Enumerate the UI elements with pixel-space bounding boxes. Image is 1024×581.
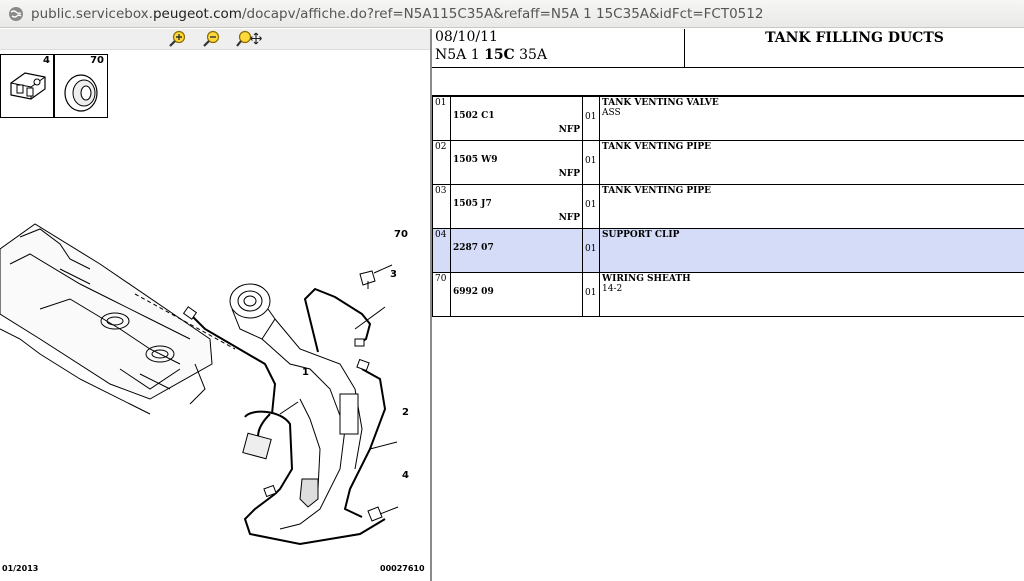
part-description: SUPPORT CLIP: [599, 228, 1024, 273]
table-row[interactable]: 04 2287 07 01 SUPPORT CLIP: [432, 228, 1024, 273]
part-reference[interactable]: 1505 W9: [453, 155, 498, 165]
callout-70: 70: [394, 229, 408, 240]
part-index: 02: [432, 140, 451, 185]
table-row[interactable]: 02 1505 W9 NFP 01 TANK VENTING PIPE: [432, 140, 1024, 185]
part-reference[interactable]: 1502 C1: [453, 111, 495, 121]
nfp-flag: NFP: [558, 125, 580, 135]
callout-4: 4: [402, 470, 409, 481]
part-reference-cell: 6992 09: [450, 272, 583, 317]
header-date: 08/10/11: [435, 29, 498, 45]
thumbnail-part-70[interactable]: 70: [54, 54, 108, 118]
part-reference[interactable]: 2287 07: [453, 243, 494, 253]
callout-2: 2: [402, 407, 409, 418]
exploded-diagram: [0, 223, 399, 546]
footer-doc-number: 00027610: [380, 564, 425, 573]
zoom-toolbar: [0, 29, 430, 50]
part-description: WIRING SHEATH 14-2: [599, 272, 1024, 317]
footer-date: 01/2013: [2, 564, 39, 573]
callout-3: 3: [390, 269, 397, 280]
part-description: TANK VENTING PIPE: [599, 184, 1024, 229]
part-reference-cell: 1502 C1 NFP: [450, 96, 583, 141]
part-quantity: 01: [582, 96, 600, 141]
part-reference[interactable]: 1505 J7: [453, 199, 492, 209]
part-quantity: 01: [582, 272, 600, 317]
part-reference-cell: 1505 J7 NFP: [450, 184, 583, 229]
part-reference-cell: 2287 07: [450, 228, 583, 273]
part-quantity: 01: [582, 228, 600, 273]
diagram-panel: 4 70 70 3 1 2 4 01/2013 00027610: [0, 29, 430, 581]
url-text: public.servicebox.peugeot.com/docapv/aff…: [31, 5, 764, 22]
nfp-flag: NFP: [558, 213, 580, 223]
header-spacer: [432, 68, 1024, 96]
page-title: TANK FILLING DUCTS: [765, 30, 944, 46]
part-reference-cell: 1505 W9 NFP: [450, 140, 583, 185]
header-code: N5A 1 15C 35A: [435, 47, 548, 63]
part-description: TANK VENTING VALVE ASS: [599, 96, 1024, 141]
part-description: TANK VENTING PIPE: [599, 140, 1024, 185]
thumbnail-part-4[interactable]: 4: [0, 54, 54, 118]
table-row[interactable]: 70 6992 09 01 WIRING SHEATH 14-2: [432, 272, 1024, 317]
part-reference[interactable]: 6992 09: [453, 287, 494, 297]
callout-1: 1: [302, 367, 309, 378]
zoom-out-icon[interactable]: [202, 30, 222, 48]
part-quantity: 01: [582, 140, 600, 185]
part-quantity: 01: [582, 184, 600, 229]
part-index: 01: [432, 96, 451, 141]
nfp-flag: NFP: [558, 169, 580, 179]
parts-panel: 08/10/11 N5A 1 15C 35A TANK FILLING DUCT…: [432, 29, 1024, 581]
address-bar[interactable]: public.servicebox.peugeot.com/docapv/aff…: [0, 0, 1024, 28]
table-row[interactable]: 03 1505 J7 NFP 01 TANK VENTING PIPE: [432, 184, 1024, 229]
parts-header: 08/10/11 N5A 1 15C 35A TANK FILLING DUCT…: [432, 29, 1024, 68]
table-row[interactable]: 01 1502 C1 NFP 01 TANK VENTING VALVE ASS: [432, 96, 1024, 141]
globe-icon: [9, 6, 23, 21]
part-index: 70: [432, 272, 451, 317]
zoom-in-icon[interactable]: [168, 30, 188, 48]
parts-table: 01 1502 C1 NFP 01 TANK VENTING VALVE ASS 02 150…: [432, 96, 1024, 317]
zoom-pan-icon[interactable]: [236, 30, 262, 48]
part-index: 03: [432, 184, 451, 229]
part-index: 04: [432, 228, 451, 273]
